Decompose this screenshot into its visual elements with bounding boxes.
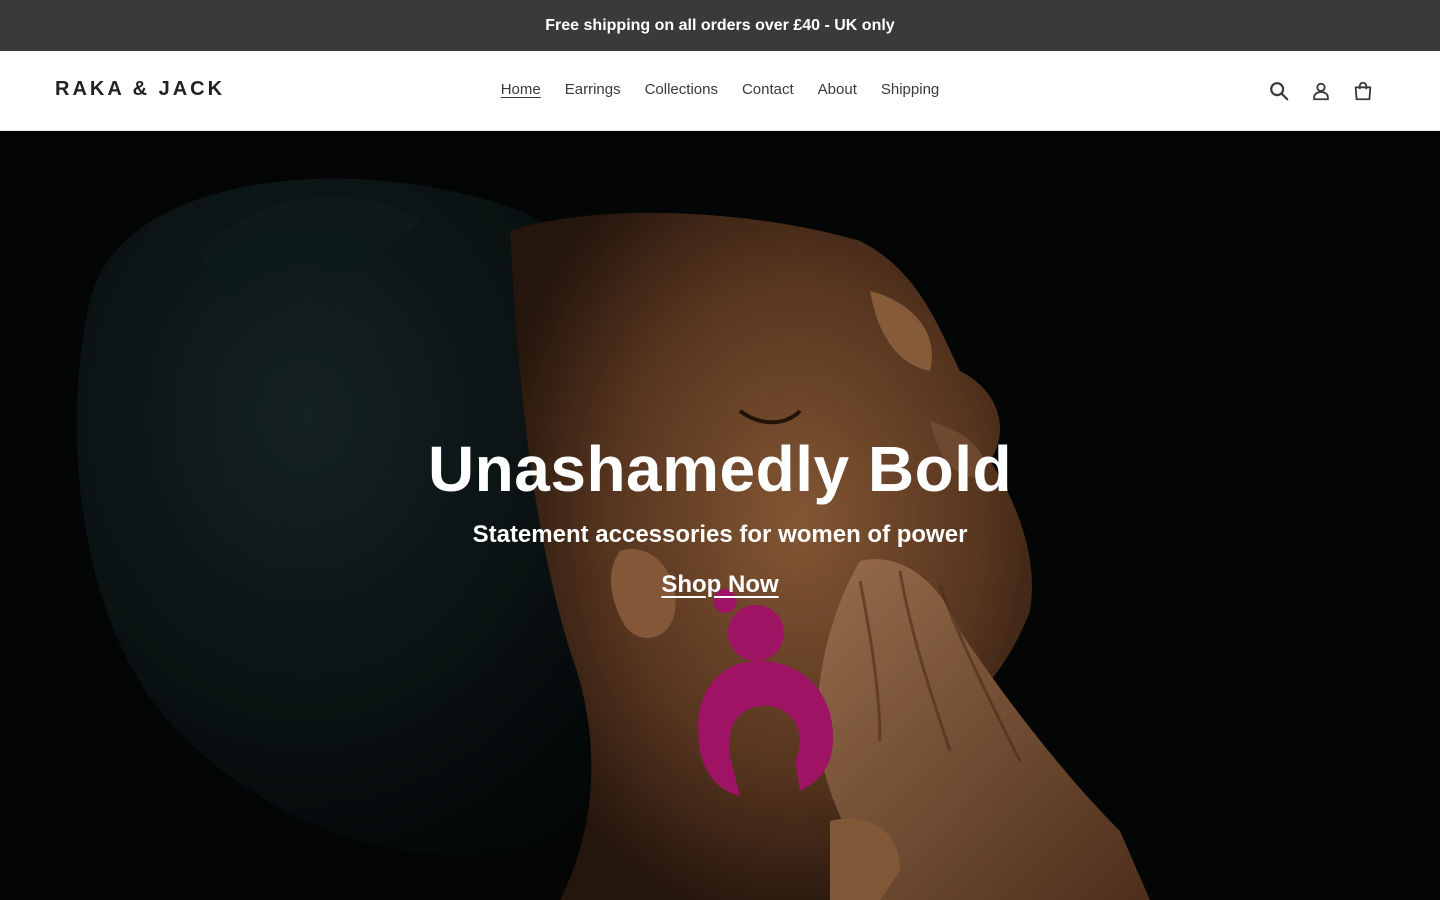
nav-item-about[interactable]: About (806, 80, 869, 100)
announcement-link[interactable]: Free shipping on all orders over £40 - U… (545, 17, 894, 35)
hero-title: Unashamedly Bold (427, 433, 1013, 505)
nav-item-home[interactable]: Home (489, 80, 553, 100)
shop-now-button[interactable]: Shop Now (661, 571, 778, 599)
nav-item-contact[interactable]: Contact (730, 80, 806, 100)
nav-item-shipping[interactable]: Shipping (869, 80, 951, 100)
hero-subtitle: Statement accessories for women of power (472, 521, 968, 548)
search-icon[interactable] (1266, 78, 1292, 104)
hero-content: Unashamedly Bold Statement accessories f… (0, 431, 1440, 599)
nav-item-earrings[interactable]: Earrings (553, 80, 633, 100)
header-icons (1266, 78, 1376, 104)
main-nav: Home Earrings Collections Contact About … (0, 80, 1440, 100)
announcement-bar: Free shipping on all orders over £40 - U… (0, 0, 1440, 51)
account-icon[interactable] (1308, 78, 1334, 104)
site-header: RAKA & JACK Home Earrings Collections Co… (0, 51, 1440, 131)
hero-banner: Unashamedly Bold Statement accessories f… (0, 131, 1440, 900)
cart-icon[interactable] (1350, 78, 1376, 104)
nav-item-collections[interactable]: Collections (633, 80, 730, 100)
